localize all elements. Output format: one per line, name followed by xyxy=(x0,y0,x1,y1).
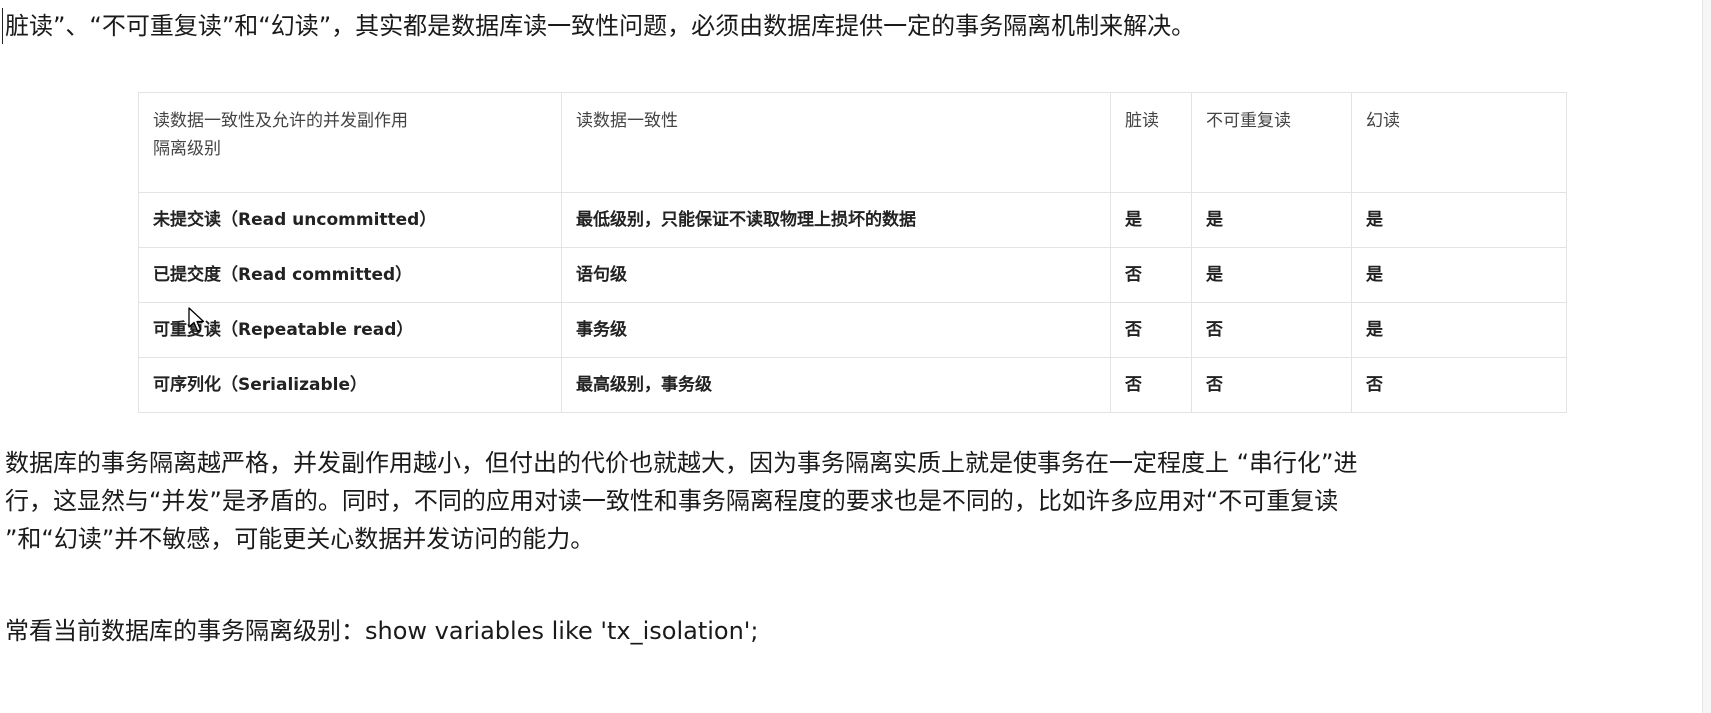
cell-consistency: 最高级别，事务级 xyxy=(561,357,1111,413)
isolation-level-table: 读数据一致性及允许的并发副作用 隔离级别 读数据一致性 脏读 不可重复读 幻读 … xyxy=(138,92,1567,413)
cell-nonrepeatable: 是 xyxy=(1191,192,1352,248)
sql-command-paragraph: 常看当前数据库的事务隔离级别：show variables like 'tx_i… xyxy=(5,617,759,645)
header-dirty-read: 脏读 xyxy=(1110,92,1192,193)
body-line-3: ”和“幻读”并不敏感，可能更关心数据并发访问的能力。 xyxy=(5,525,595,553)
cell-dirty: 否 xyxy=(1110,247,1192,303)
body-line-1: 数据库的事务隔离越严格，并发副作用越小，但付出的代价也就越大，因为事务隔离实质上… xyxy=(5,449,1358,477)
scrollbar-track[interactable] xyxy=(1702,0,1711,713)
cell-nonrepeatable: 否 xyxy=(1191,357,1352,413)
cell-consistency: 最低级别，只能保证不读取物理上损坏的数据 xyxy=(561,192,1111,248)
cell-phantom: 是 xyxy=(1351,192,1567,248)
cell-level: 可序列化（Serializable） xyxy=(138,357,562,413)
cell-dirty: 是 xyxy=(1110,192,1192,248)
header-isolation-level: 读数据一致性及允许的并发副作用 隔离级别 xyxy=(138,92,562,193)
cell-dirty: 否 xyxy=(1110,302,1192,358)
cell-nonrepeatable: 是 xyxy=(1191,247,1352,303)
arrow-pointer-icon xyxy=(188,307,205,332)
table-row: 未提交读（Read uncommitted） 最低级别，只能保证不读取物理上损坏… xyxy=(138,192,1567,248)
cell-consistency: 事务级 xyxy=(561,302,1111,358)
header-nonrepeatable-read: 不可重复读 xyxy=(1191,92,1352,193)
table-row: 可重复读（Repeatable read） 事务级 否 否 是 xyxy=(138,302,1567,358)
cell-level: 未提交读（Read uncommitted） xyxy=(138,192,562,248)
isolation-level-table-container: 读数据一致性及允许的并发副作用 隔离级别 读数据一致性 脏读 不可重复读 幻读 … xyxy=(138,92,1567,413)
header-level-line2: 隔离级别 xyxy=(153,139,221,159)
body-line-2: 行，这显然与“并发”是矛盾的。同时，不同的应用对读一致性和事务隔离程度的要求也是… xyxy=(5,487,1339,515)
cell-phantom: 否 xyxy=(1351,357,1567,413)
table-row: 可序列化（Serializable） 最高级别，事务级 否 否 否 xyxy=(138,357,1567,413)
header-level-line1: 读数据一致性及允许的并发副作用 xyxy=(153,111,408,131)
table-header-row: 读数据一致性及允许的并发副作用 隔离级别 读数据一致性 脏读 不可重复读 幻读 xyxy=(138,92,1567,193)
cell-consistency: 语句级 xyxy=(561,247,1111,303)
table-row: 已提交度（Read committed） 语句级 否 是 是 xyxy=(138,247,1567,303)
header-phantom-read: 幻读 xyxy=(1351,92,1567,193)
cell-dirty: 否 xyxy=(1110,357,1192,413)
body-paragraph: 数据库的事务隔离越严格，并发副作用越小，但付出的代价也就越大，因为事务隔离实质上… xyxy=(5,444,1705,558)
header-consistency: 读数据一致性 xyxy=(561,92,1111,193)
cell-phantom: 是 xyxy=(1351,302,1567,358)
cell-phantom: 是 xyxy=(1351,247,1567,303)
intro-paragraph: 脏读”、“不可重复读”和“幻读”，其实都是数据库读一致性问题，必须由数据库提供一… xyxy=(5,12,1196,40)
cell-nonrepeatable: 否 xyxy=(1191,302,1352,358)
cell-level: 已提交度（Read committed） xyxy=(138,247,562,303)
text-caret xyxy=(2,8,3,44)
